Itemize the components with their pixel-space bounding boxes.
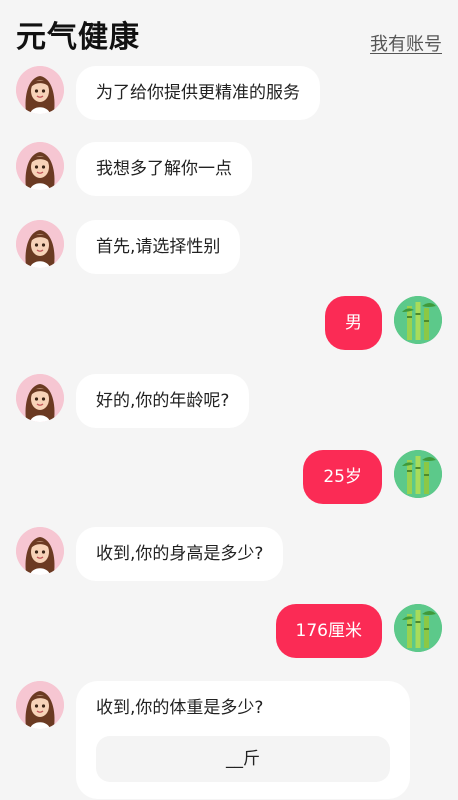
bamboo-avatar-icon <box>394 296 442 344</box>
bot-message-bubble: 好的,你的年龄呢? <box>76 374 250 428</box>
girl-avatar-icon <box>16 220 64 268</box>
bot-message-bubble: 我想多了解你一点 <box>76 142 252 196</box>
bot-message-bubble: 收到,你的身高是多少? <box>76 527 284 581</box>
girl-avatar-icon <box>16 142 64 190</box>
weight-question-text: 收到,你的体重是多少? <box>96 698 264 718</box>
girl-avatar-icon <box>16 66 64 114</box>
weight-input-placeholder: __斤 <box>226 749 260 769</box>
chat-thread: 为了给你提供更精准的服务 我想多了解你一点 首先,请选择性别 男 好的,你的年龄… <box>0 0 458 800</box>
bamboo-avatar-icon <box>394 604 442 652</box>
girl-avatar-icon <box>16 374 64 422</box>
bamboo-avatar-icon <box>394 450 442 498</box>
weight-question-card: 收到,你的体重是多少? __斤 <box>76 681 410 799</box>
user-message-bubble: 176厘米 <box>275 604 382 658</box>
girl-avatar-icon <box>16 681 64 729</box>
user-message-bubble: 25岁 <box>303 450 382 504</box>
girl-avatar-icon <box>16 527 64 575</box>
bot-message-bubble: 首先,请选择性别 <box>76 220 241 274</box>
weight-input[interactable]: __斤 <box>96 736 390 782</box>
bot-message-bubble: 为了给你提供更精准的服务 <box>76 66 320 120</box>
user-message-bubble: 男 <box>325 296 382 350</box>
